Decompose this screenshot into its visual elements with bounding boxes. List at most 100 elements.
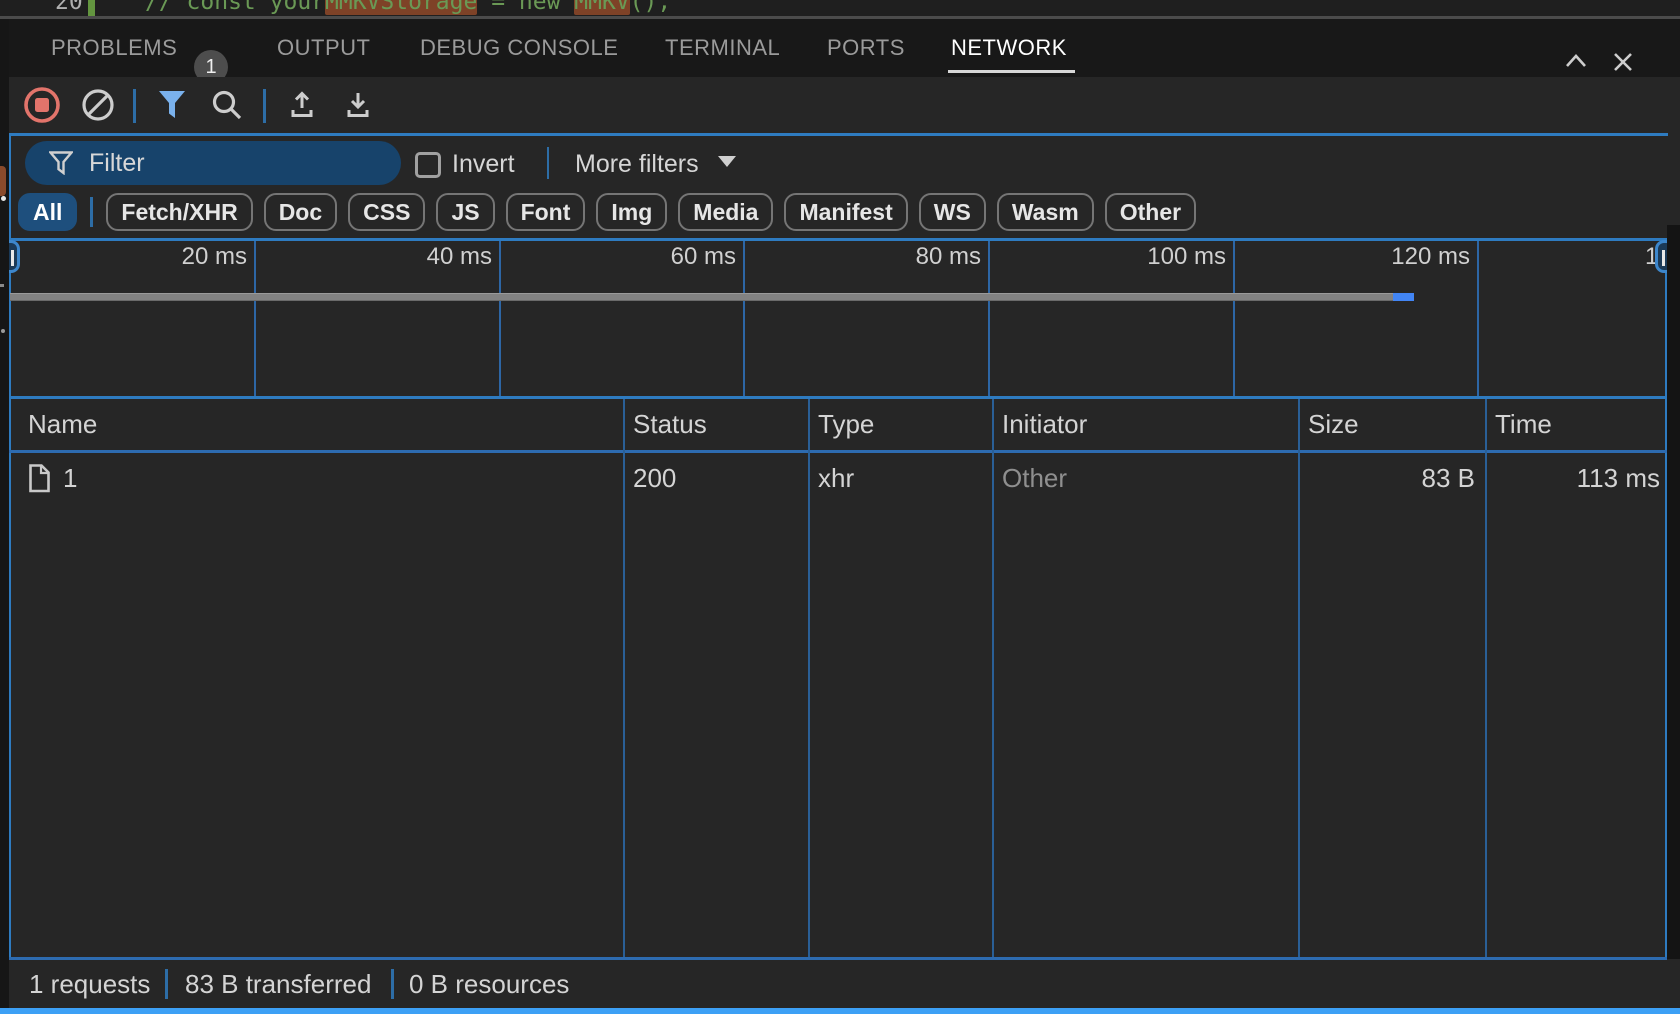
chip-ws[interactable]: WS (919, 193, 986, 231)
chevron-down-icon[interactable] (718, 156, 736, 167)
ruler-tick: 80 ms (851, 243, 981, 271)
editor-edge-dot (1, 196, 6, 201)
tab-network[interactable]: NETWORK (951, 19, 1067, 77)
stop-recording-icon (23, 86, 61, 124)
toolbar-divider (133, 89, 136, 123)
column-header-initiator[interactable]: Initiator (1002, 398, 1087, 450)
tab-label: PROBLEMS (51, 35, 177, 61)
code-line: // const yourMMKVStorage = new MMKV(); (145, 0, 671, 16)
handle-grip-line (1662, 250, 1665, 266)
clear-network-log-button[interactable] (76, 77, 120, 133)
column-header-name[interactable]: Name (28, 398, 97, 450)
chip-font[interactable]: Font (506, 193, 586, 231)
chip-media[interactable]: Media (678, 193, 773, 231)
code-comment: = new (477, 0, 574, 15)
column-divider[interactable] (992, 399, 994, 957)
record-button[interactable] (20, 77, 64, 133)
request-time: 113 ms (1485, 452, 1660, 504)
code-highlight: MMKVStorage (325, 0, 477, 15)
code-comment: (); (630, 0, 672, 15)
funnel-icon (158, 90, 186, 120)
tab-debug-console[interactable]: DEBUG CONSOLE (420, 19, 618, 77)
filter-input[interactable]: Filter (25, 141, 401, 185)
chip-manifest[interactable]: Manifest (784, 193, 907, 231)
chip-css[interactable]: CSS (348, 193, 425, 231)
clear-icon (81, 88, 115, 122)
editor-edge-marker (0, 166, 6, 196)
funnel-outline-icon (49, 151, 73, 175)
tab-problems[interactable]: PROBLEMS (51, 19, 177, 77)
ruler-gridline (1233, 241, 1235, 397)
editor-code-strip: 20 // const yourMMKVStorage = new MMKV()… (0, 0, 1680, 16)
modified-line-gutter (88, 0, 95, 16)
filter-toggle-button[interactable] (150, 77, 194, 133)
request-type: xhr (818, 452, 854, 504)
chip-all[interactable]: All (18, 193, 77, 231)
ruler-tick: 40 ms (362, 243, 492, 271)
right-edge-strip (1667, 225, 1680, 959)
handle-grip-line (11, 250, 14, 266)
column-header-time[interactable]: Time (1495, 398, 1552, 450)
active-tab-underline (948, 70, 1075, 73)
upload-icon (286, 89, 318, 121)
tab-ports[interactable]: PORTS (827, 19, 905, 77)
panel-collapse-icon[interactable] (1563, 49, 1589, 75)
chip-wasm[interactable]: Wasm (997, 193, 1094, 231)
toolbar-divider (263, 89, 266, 123)
status-separator (165, 969, 168, 999)
tab-label: OUTPUT (277, 35, 370, 61)
request-status: 200 (633, 452, 676, 504)
request-initiator: Other (1002, 452, 1067, 504)
panel-tab-bar: PROBLEMS 1 OUTPUT DEBUG CONSOLE TERMINAL… (0, 19, 1680, 77)
chip-fetch-xhr[interactable]: Fetch/XHR (106, 193, 252, 231)
code-highlight: MMKV (574, 0, 629, 15)
search-button[interactable] (205, 77, 249, 133)
vscode-bottom-panel: 20 // const yourMMKVStorage = new MMKV()… (0, 0, 1680, 1014)
filter-row-divider (547, 147, 549, 179)
tab-label: PORTS (827, 35, 905, 61)
column-divider[interactable] (623, 399, 625, 957)
column-header-type[interactable]: Type (818, 398, 874, 450)
panel-bottom-accent (0, 1008, 1680, 1014)
column-header-size[interactable]: Size (1308, 398, 1359, 450)
column-divider[interactable] (808, 399, 810, 957)
table-row[interactable]: 1 (28, 452, 608, 504)
invert-label: Invert (452, 150, 515, 179)
chip-doc[interactable]: Doc (264, 193, 337, 231)
editor-edge-dash (0, 284, 4, 287)
network-toolbar (0, 77, 1680, 133)
status-separator (391, 969, 394, 999)
export-har-button[interactable] (336, 77, 380, 133)
requests-count: 1 requests (29, 960, 150, 1008)
import-har-button[interactable] (280, 77, 324, 133)
chip-divider (90, 197, 93, 227)
ruler-gridline (1477, 241, 1479, 397)
invert-checkbox[interactable] (415, 152, 441, 178)
ruler-tick: 60 ms (606, 243, 736, 271)
chip-other[interactable]: Other (1105, 193, 1196, 231)
column-header-status[interactable]: Status (633, 398, 707, 450)
transferred-size: 83 B transferred (185, 960, 371, 1008)
resource-type-filter: All Fetch/XHR Doc CSS JS Font Img Media … (18, 195, 1196, 229)
more-filters-button[interactable]: More filters (575, 150, 699, 179)
chip-img[interactable]: Img (596, 193, 667, 231)
code-comment: // const your (145, 0, 325, 15)
tab-label: NETWORK (951, 35, 1067, 61)
document-icon (28, 464, 51, 493)
panel-close-icon[interactable] (1610, 49, 1636, 75)
resources-size: 0 B resources (409, 960, 569, 1008)
filter-placeholder: Filter (89, 149, 145, 178)
chip-js[interactable]: JS (436, 193, 494, 231)
request-name: 1 (63, 463, 77, 494)
tab-label: TERMINAL (665, 35, 780, 61)
ruler-gridline (254, 241, 256, 397)
ruler-gridline (988, 241, 990, 397)
ruler-gridline (743, 241, 745, 397)
tab-terminal[interactable]: TERMINAL (665, 19, 780, 77)
devtools-top-border (9, 133, 1668, 136)
tab-label: DEBUG CONSOLE (420, 35, 618, 61)
tab-output[interactable]: OUTPUT (277, 19, 370, 77)
request-size: 83 B (1298, 452, 1475, 504)
line-number: 20 (55, 0, 83, 16)
ruler-gridline (499, 241, 501, 397)
